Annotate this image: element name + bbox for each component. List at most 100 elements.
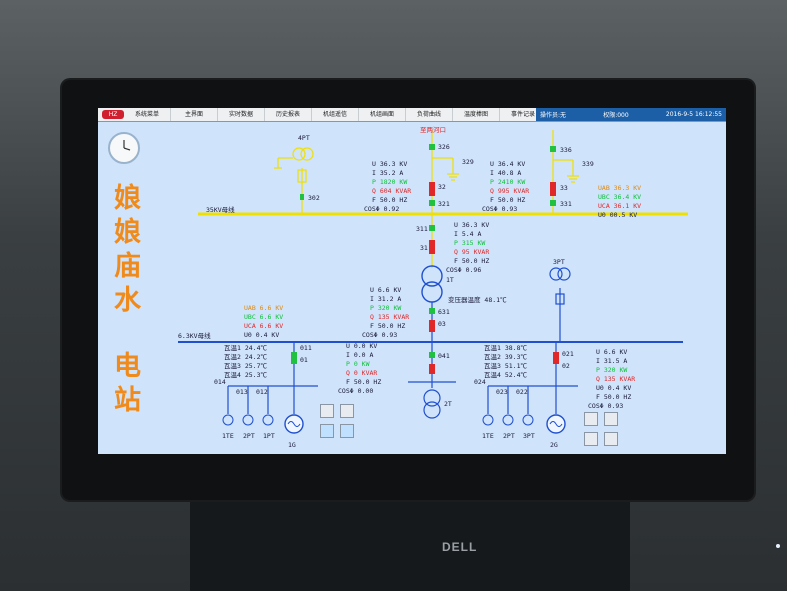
reading-Q: Q 995 KVAR — [490, 187, 530, 195]
pt-35kv-label: 4PT — [298, 134, 310, 142]
reading-UCA: UCA 36.1 KV — [598, 202, 642, 210]
switch-label: 331 — [560, 200, 572, 208]
reading-P: P 320 KW — [370, 304, 402, 312]
reading-U: U 6.6 KV — [370, 286, 402, 294]
g2-p-adjust-button[interactable] — [584, 432, 598, 446]
transformer-1t-icon — [421, 265, 443, 287]
bearing-temp: 瓦温4 25.3℃ — [224, 371, 267, 379]
reading-U: U 0.0 KV — [346, 342, 378, 350]
switch-336 — [550, 146, 556, 152]
breaker-32 — [429, 182, 435, 196]
pt-label: 1TE — [222, 432, 234, 440]
g1-start-button[interactable] — [320, 404, 334, 418]
reading-I: I 31.5 A — [596, 357, 628, 365]
generator-1g-label: 1G — [288, 441, 296, 449]
breaker-33 — [550, 182, 556, 196]
reading-I: I 40.8 A — [490, 169, 522, 177]
switch-label: 02 — [562, 362, 570, 370]
reading-U: U 36.3 KV — [372, 160, 408, 168]
reading-P: P 0 KW — [346, 360, 370, 368]
reading-P: P 2410 KW — [490, 178, 526, 186]
reading-F: F 50.0 HZ — [596, 393, 632, 401]
reading-UAB: UAB 36.3 KV — [598, 184, 642, 192]
reading-cos: COSΦ 0.00 — [338, 387, 374, 395]
pt-label: 3PT — [523, 432, 535, 440]
reading-F: F 50.0 HZ — [454, 257, 490, 265]
line-destination-label: 至两河口 — [420, 126, 446, 134]
transformer-2t-label: 2T — [444, 400, 452, 408]
reading-F: F 50.0 HZ — [346, 378, 382, 386]
g1-q-adjust-button[interactable] — [340, 424, 354, 438]
switch-label: 011 — [300, 344, 312, 352]
reading-UAB: UAB 6.6 KV — [244, 304, 284, 312]
switch-label: 013 — [236, 388, 248, 396]
generator-2g-label: 2G — [550, 441, 558, 449]
g2-start-button[interactable] — [584, 412, 598, 426]
g1-p-adjust-button[interactable] — [320, 424, 334, 438]
switch-label: 329 — [462, 158, 474, 166]
switch-label: 03 — [438, 320, 446, 328]
switch-311 — [429, 225, 435, 231]
reading-I: I 31.2 A — [370, 295, 402, 303]
pt-label: 2PT — [243, 432, 255, 440]
g2-stop-button[interactable] — [604, 412, 618, 426]
switch-331 — [550, 200, 556, 206]
monitor-brand-logo: DELL — [442, 540, 478, 554]
switch-321 — [429, 200, 435, 206]
g1-stop-button[interactable] — [340, 404, 354, 418]
oil-temp-label: 变压器温度 48.1℃ — [448, 296, 507, 304]
reading-U0: U0 0.4 KV — [244, 331, 280, 339]
power-led-icon — [776, 544, 780, 548]
g2-q-adjust-button[interactable] — [604, 432, 618, 446]
reading-Q: Q 604 KVAR — [372, 187, 412, 195]
switch-label: 041 — [438, 352, 450, 360]
switch-label: 31 — [420, 244, 428, 252]
switch-label: 014 — [214, 378, 226, 386]
switch-041 — [429, 352, 435, 358]
switch-label: 01 — [300, 356, 308, 364]
pt-switch-state — [300, 194, 304, 200]
reading-Q: Q 135 KVAR — [370, 313, 410, 321]
reading-I: I 35.2 A — [372, 169, 404, 177]
switch-label: 336 — [560, 146, 572, 154]
reading-U0: U0 0.4 KV — [596, 384, 632, 392]
breaker-04 — [429, 364, 435, 374]
reading-F: F 50.0 HZ — [372, 196, 408, 204]
reading-F: F 50.0 HZ — [490, 196, 526, 204]
reading-UBC: UBC 36.4 KV — [598, 193, 642, 201]
pt-label: 1PT — [263, 432, 275, 440]
pt-6kv-icon — [549, 267, 571, 342]
scada-screen: HZ 系统菜单 主界面 实时数据 历史报表 机组遥信 机组画面 负荷曲线 温度棒… — [98, 108, 726, 454]
reading-F: F 50.0 HZ — [370, 322, 406, 330]
switch-label: 311 — [416, 225, 428, 233]
reading-Q: Q 95 KVAR — [454, 248, 490, 256]
switch-label: 631 — [438, 308, 450, 316]
reading-cos: COSΦ 0.92 — [364, 205, 400, 213]
reading-P: P 1820 KW — [372, 178, 408, 186]
breaker-03 — [429, 320, 435, 332]
transformer-1t-label: 1T — [446, 276, 454, 284]
reading-cos: COSΦ 0.93 — [362, 331, 398, 339]
switch-label: 32 — [438, 183, 446, 191]
reading-I: I 5.4 A — [454, 230, 482, 238]
pt-label: 1TE — [482, 432, 494, 440]
breaker-31 — [429, 240, 435, 254]
switch-label: 021 — [562, 350, 574, 358]
breaker-02 — [553, 352, 559, 364]
reading-P: P 315 KW — [454, 239, 486, 247]
reading-cos: COSΦ 0.96 — [446, 266, 482, 274]
reading-P: P 320 KW — [596, 366, 628, 374]
breaker-01 — [291, 352, 297, 364]
switch-label: 326 — [438, 143, 450, 151]
pt-35kv-icon — [274, 147, 314, 214]
switch-label: 024 — [474, 378, 486, 386]
reading-U: U 6.6 KV — [596, 348, 628, 356]
reading-Q: Q 135 KVAR — [596, 375, 636, 383]
reading-U0: U0 00.5 KV — [598, 211, 638, 219]
switch-label: 339 — [582, 160, 594, 168]
reading-UBC: UBC 6.6 KV — [244, 313, 284, 321]
switch-label: 33 — [560, 184, 568, 192]
switch-631 — [429, 308, 435, 314]
reading-UCA: UCA 6.6 KV — [244, 322, 284, 330]
monitor-stand — [190, 500, 630, 591]
